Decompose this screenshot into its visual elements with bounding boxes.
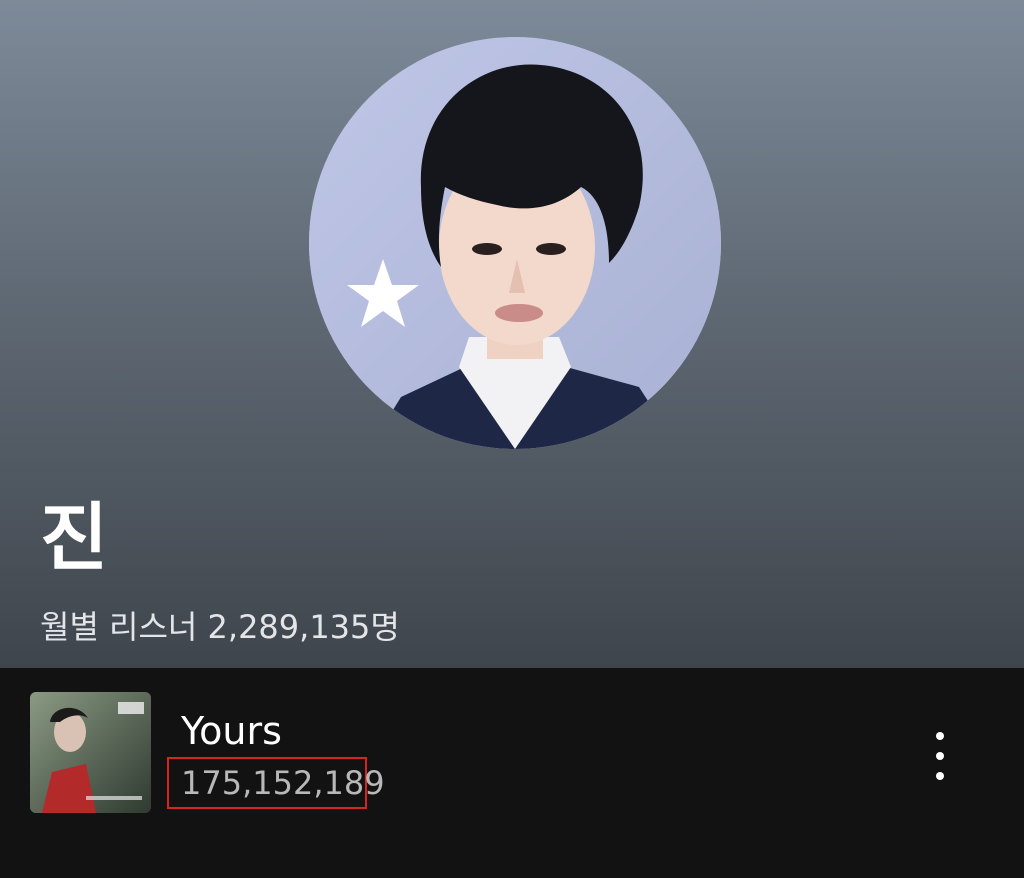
play-count-highlight: 175,152,189 (167, 757, 385, 809)
track-row[interactable]: Yours 175,152,189 (0, 668, 1024, 838)
artist-header: 진 월별 리스너 2,289,135명 (0, 0, 1024, 668)
popular-tracks-list: Yours 175,152,189 (0, 668, 1024, 878)
more-vertical-icon (936, 752, 944, 760)
artist-page: 진 월별 리스너 2,289,135명 Yours 175,152,189 (0, 0, 1024, 878)
artist-photo-icon (309, 37, 721, 449)
artist-name: 진 (40, 495, 109, 581)
play-count: 175,152,189 (181, 764, 385, 802)
monthly-listeners: 월별 리스너 2,289,135명 (40, 608, 400, 646)
more-options-button[interactable] (920, 726, 960, 786)
album-cover (30, 692, 151, 813)
album-cover-icon (30, 692, 151, 813)
track-title: Yours (181, 709, 282, 753)
more-vertical-icon (936, 772, 944, 780)
artist-avatar (309, 37, 721, 449)
more-vertical-icon (936, 732, 944, 740)
